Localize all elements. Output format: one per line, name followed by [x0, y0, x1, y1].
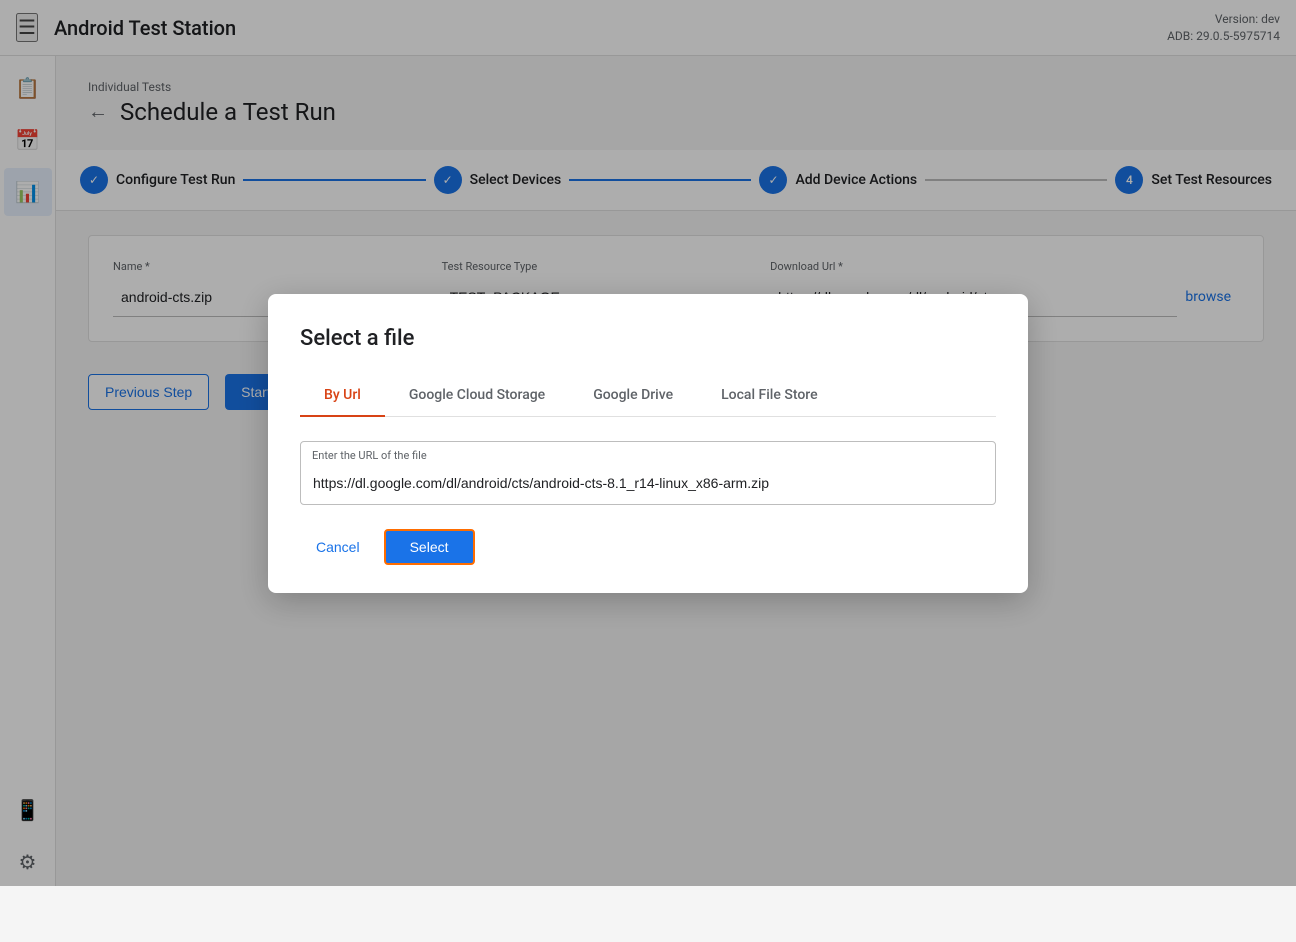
select-file-dialog: Select a file By Url Google Cloud Storag…	[268, 294, 1028, 593]
dialog-tabs: By Url Google Cloud Storage Google Drive…	[300, 375, 996, 417]
tab-google-cloud-storage[interactable]: Google Cloud Storage	[385, 375, 569, 417]
dialog-url-label: Enter the URL of the file	[312, 449, 427, 462]
dialog-cancel-button[interactable]: Cancel	[300, 531, 376, 563]
dialog-actions: Cancel Select	[300, 529, 996, 565]
modal-overlay: Select a file By Url Google Cloud Storag…	[0, 0, 1296, 886]
dialog-title: Select a file	[300, 326, 996, 351]
tab-local-file-store[interactable]: Local File Store	[697, 375, 841, 417]
dialog-select-button[interactable]: Select	[384, 529, 475, 565]
dialog-url-field: Enter the URL of the file	[300, 441, 996, 505]
tab-by-url[interactable]: By Url	[300, 375, 385, 417]
tab-google-drive[interactable]: Google Drive	[569, 375, 697, 417]
